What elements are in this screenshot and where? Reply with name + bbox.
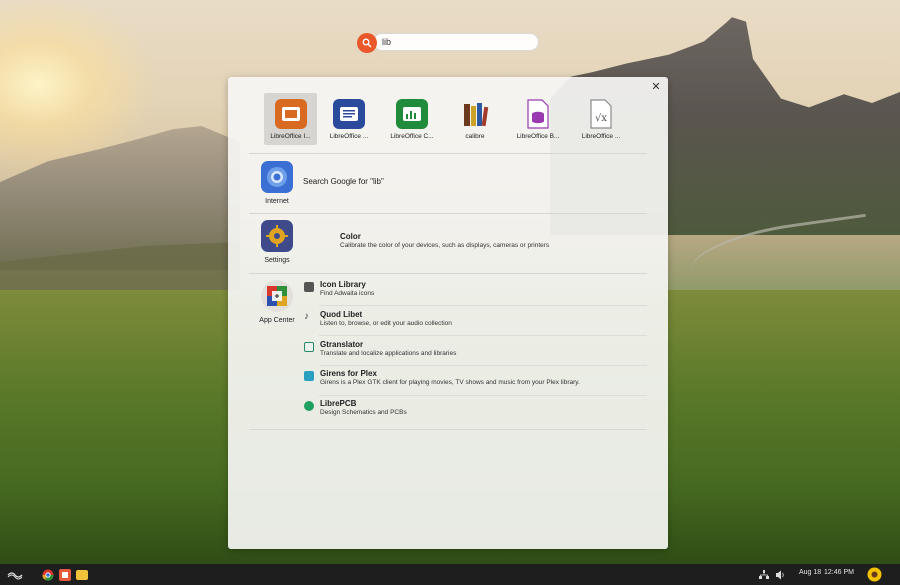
category-label: Settings — [264, 257, 290, 264]
taskbar-date[interactable]: Aug 18 — [799, 569, 821, 576]
result-description: Girens is a Plex GTK client for playing … — [320, 379, 580, 386]
libreoffice-math-icon: √x — [585, 99, 617, 129]
category-settings: Settings — [249, 220, 305, 264]
result-title: LibrePCB — [320, 399, 357, 408]
libreoffice-writer-icon — [333, 99, 365, 129]
result-title: Girens for Plex — [320, 369, 377, 378]
gtranslator-icon — [304, 342, 314, 352]
launcher-panel: ✕ LibreOffice I... LibreOffice ... Libre… — [228, 77, 668, 549]
category-app-center: App Center — [249, 280, 305, 324]
app-libreoffice-writer[interactable]: LibreOffice ... — [318, 93, 380, 145]
volume-icon[interactable] — [775, 567, 787, 582]
result-description: Design Schematics and PCBs — [320, 409, 407, 416]
divider — [249, 273, 647, 274]
internet-icon — [261, 161, 293, 193]
category-internet: Internet — [249, 161, 305, 205]
result-description: Listen to, browse, or edit your audio co… — [320, 320, 452, 327]
app-center-icon — [261, 280, 293, 312]
search-google-result[interactable]: Search Google for "lib" — [303, 177, 384, 186]
search-bar — [357, 32, 541, 54]
result-description: Translate and localize applications and … — [320, 350, 457, 357]
sunflower-indicator-icon[interactable] — [866, 567, 882, 582]
search-button[interactable] — [357, 33, 377, 53]
search-input[interactable] — [373, 33, 539, 51]
search-icon — [362, 38, 372, 48]
divider — [249, 153, 647, 154]
app-libreoffice-impress[interactable]: LibreOffice I... — [264, 93, 317, 145]
app-libreoffice-base[interactable]: LibreOffice B... — [507, 93, 569, 145]
close-button[interactable]: ✕ — [650, 81, 662, 93]
icon-library-icon — [304, 282, 314, 292]
libreoffice-calc-icon — [396, 99, 428, 129]
result-description: Find Adwaita icons — [320, 290, 375, 297]
divider — [319, 365, 647, 366]
girens-icon — [304, 371, 314, 381]
browser-icon[interactable] — [41, 567, 54, 582]
result-title: Gtranslator — [320, 340, 364, 349]
app-calibre[interactable]: calibre — [444, 93, 506, 145]
result-title: Color — [340, 232, 361, 241]
app-label: LibreOffice I... — [270, 133, 311, 140]
divider — [249, 213, 647, 214]
divider — [319, 305, 647, 306]
app-libreoffice-math[interactable]: √x LibreOffice ... — [570, 93, 632, 145]
app-label: LibreOffice C... — [390, 133, 434, 140]
app-center-taskbar-icon[interactable] — [58, 567, 71, 582]
app-label: LibreOffice B... — [516, 133, 560, 140]
taskbar: Aug 18 12:46 PM — [0, 564, 900, 585]
applications-menu-icon[interactable] — [6, 567, 24, 582]
result-title: Icon Library — [320, 280, 366, 289]
app-label: LibreOffice ... — [581, 133, 621, 140]
divider — [319, 395, 647, 396]
divider — [319, 335, 647, 336]
app-label: LibreOffice ... — [329, 133, 369, 140]
result-description: Calibrate the color of your devices, suc… — [340, 242, 550, 249]
network-icon[interactable] — [758, 567, 770, 582]
libreoffice-impress-icon — [274, 99, 307, 129]
libreoffice-base-icon — [522, 99, 554, 129]
app-results-row: LibreOffice I... LibreOffice ... LibreOf… — [264, 93, 633, 149]
category-label: App Center — [259, 317, 295, 324]
settings-icon — [261, 220, 293, 252]
category-label: Internet — [265, 198, 289, 205]
calibre-icon — [459, 99, 491, 129]
app-label: calibre — [465, 133, 485, 140]
taskbar-time[interactable]: 12:46 PM — [824, 569, 854, 576]
svg-text:√x: √x — [595, 113, 607, 124]
quod-libet-icon: ♪ — [304, 311, 309, 322]
files-icon[interactable] — [75, 567, 88, 582]
result-title: Quod Libet — [320, 310, 363, 319]
librepcb-icon — [304, 401, 314, 411]
app-libreoffice-calc[interactable]: LibreOffice C... — [381, 93, 443, 145]
divider — [249, 429, 647, 430]
